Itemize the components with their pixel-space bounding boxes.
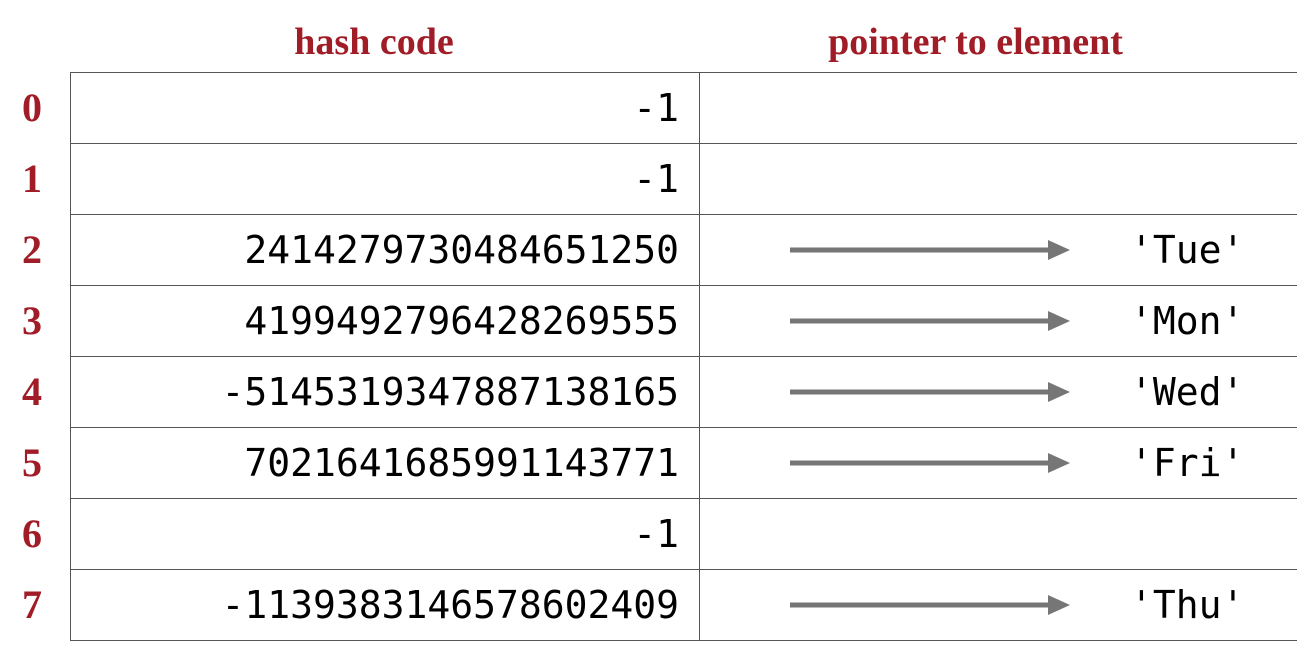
arrow-icon bbox=[790, 593, 1070, 617]
arrow-icon bbox=[790, 451, 1070, 475]
arrow-icon bbox=[790, 380, 1070, 404]
hash-code-cell: 4199492796428269555 bbox=[71, 285, 700, 356]
table-row: -1139383146578602409 'Thu' bbox=[71, 569, 1297, 640]
element-value: 'Fri' bbox=[1130, 441, 1297, 485]
row-indices: 01234567 bbox=[20, 72, 70, 641]
table-row: 4199492796428269555 'Mon' bbox=[71, 285, 1297, 356]
hash-table-diagram: hash code pointer to element 01234567 -1… bbox=[20, 20, 1277, 641]
table-row: -1 bbox=[71, 72, 1297, 143]
table-row: -5145319347887138165 'Wed' bbox=[71, 356, 1297, 427]
row-index: 4 bbox=[20, 356, 70, 427]
header-pointer: pointer to element bbox=[678, 20, 1273, 64]
pointer-cell bbox=[700, 72, 1297, 143]
pointer-cell bbox=[700, 498, 1297, 569]
pointer-cell: 'Mon' bbox=[700, 285, 1297, 356]
element-value: 'Mon' bbox=[1130, 299, 1297, 343]
arrow-area bbox=[700, 238, 1130, 262]
row-index: 3 bbox=[20, 285, 70, 356]
pointer-cell: 'Tue' bbox=[700, 214, 1297, 285]
arrow-area bbox=[700, 380, 1130, 404]
hash-code-cell: -5145319347887138165 bbox=[71, 356, 700, 427]
table-row: 7021641685991143771 'Fri' bbox=[71, 427, 1297, 498]
pointer-cell: 'Fri' bbox=[700, 427, 1297, 498]
element-value: 'Thu' bbox=[1130, 583, 1297, 627]
table-row: -1 bbox=[71, 498, 1297, 569]
table-row: 2414279730484651250 'Tue' bbox=[71, 214, 1297, 285]
hash-code-cell: -1 bbox=[71, 143, 700, 214]
row-index: 5 bbox=[20, 427, 70, 498]
rows-container: 01234567 -1-12414279730484651250 'Tue'41… bbox=[20, 72, 1277, 641]
arrow-icon bbox=[790, 309, 1070, 333]
row-index: 1 bbox=[20, 143, 70, 214]
row-index: 6 bbox=[20, 498, 70, 569]
row-index: 7 bbox=[20, 569, 70, 640]
arrow-icon bbox=[790, 238, 1070, 262]
row-index: 2 bbox=[20, 214, 70, 285]
row-index: 0 bbox=[20, 72, 70, 143]
element-value: 'Wed' bbox=[1130, 370, 1297, 414]
index-gutter-spacer bbox=[20, 20, 70, 64]
column-headers: hash code pointer to element bbox=[20, 20, 1277, 64]
hash-code-cell: -1139383146578602409 bbox=[71, 569, 700, 640]
pointer-cell: 'Thu' bbox=[700, 569, 1297, 640]
element-value: 'Tue' bbox=[1130, 228, 1297, 272]
hash-table: -1-12414279730484651250 'Tue'41994927964… bbox=[70, 72, 1297, 641]
hash-code-cell: 7021641685991143771 bbox=[71, 427, 700, 498]
hash-code-cell: 2414279730484651250 bbox=[71, 214, 700, 285]
header-hash-code: hash code bbox=[70, 20, 678, 64]
pointer-cell bbox=[700, 143, 1297, 214]
arrow-area bbox=[700, 451, 1130, 475]
arrow-area bbox=[700, 593, 1130, 617]
hash-code-cell: -1 bbox=[71, 72, 700, 143]
table-row: -1 bbox=[71, 143, 1297, 214]
pointer-cell: 'Wed' bbox=[700, 356, 1297, 427]
arrow-area bbox=[700, 309, 1130, 333]
hash-code-cell: -1 bbox=[71, 498, 700, 569]
